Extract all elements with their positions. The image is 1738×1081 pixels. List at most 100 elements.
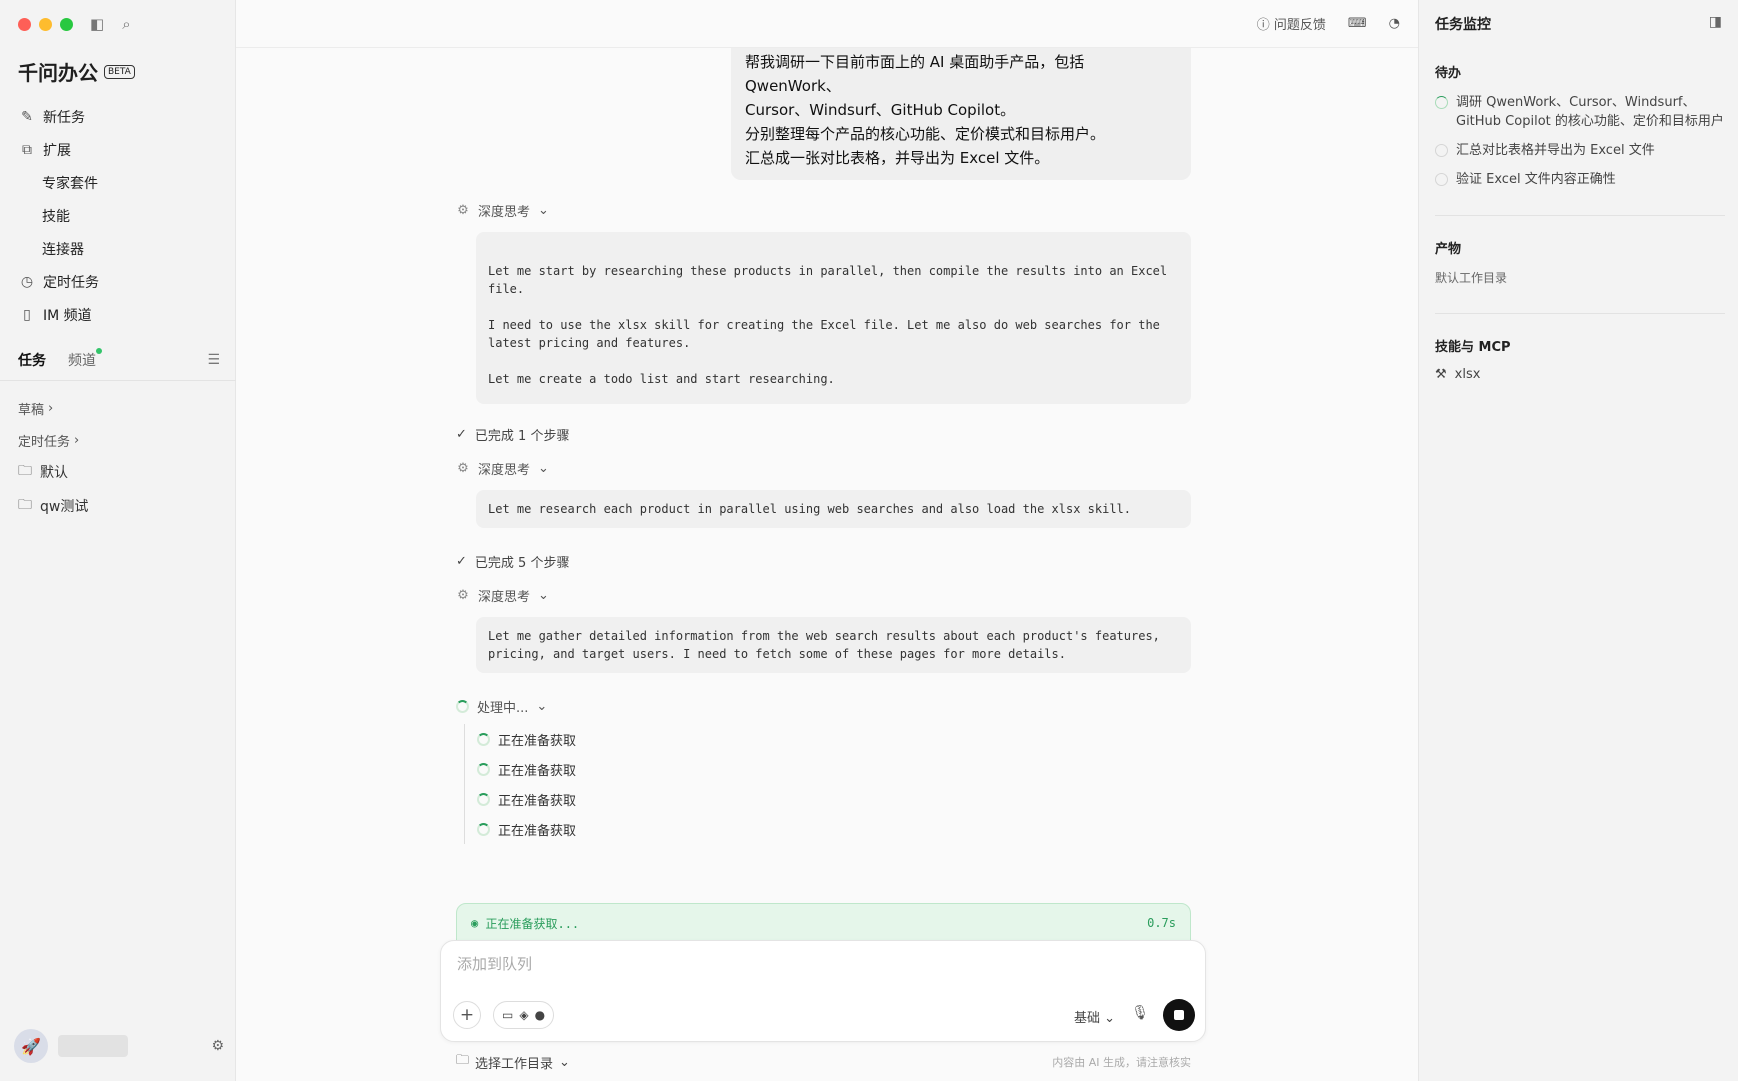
spinner-icon [477,762,490,776]
topbar: ⓘ 问题反馈 ⌨ ◔ [236,0,1418,48]
zoom-window-button[interactable] [60,18,73,31]
mode-select[interactable]: 基础 ⌄ [1074,1007,1115,1026]
divider [1435,215,1725,216]
tab-tasks[interactable]: 任务 [18,350,46,370]
queue-input[interactable] [457,955,1177,973]
avatar[interactable]: 🚀 [14,1029,48,1063]
folder-icon: 🗀 [18,463,32,479]
spinner-icon [477,822,490,836]
stop-icon [1174,1010,1184,1020]
feedback-button[interactable]: ⓘ 问题反馈 [1257,14,1326,33]
artifacts-default[interactable]: 默认工作目录 [1435,269,1725,286]
chat-bubble-icon[interactable]: ● [535,1008,545,1022]
nav-scheduled-tasks[interactable]: ◷ 定时任务 [0,265,236,298]
sidebar-toggle-icon[interactable]: ◧ [90,15,104,33]
nav-im-channel[interactable]: ▯ IM 频道 [0,298,236,331]
group-label: 定时任务 [18,435,71,450]
minimize-window-button[interactable] [39,18,52,31]
user-name-redacted [58,1035,128,1057]
workdir-label: 选择工作目录 [475,1056,554,1072]
think-content: Let me start by researching these produc… [476,232,1191,404]
group-drafts[interactable]: 草稿 › [18,399,53,418]
filter-icon[interactable]: ☰ [207,352,220,368]
think-content: Let me gather detailed information from … [476,617,1191,673]
main-area: ⓘ 问题反馈 ⌨ ◔ 帮我调研一下目前市面上的 AI 桌面助手产品，包括 Qwe… [236,0,1418,1081]
think-toggle[interactable]: ⚙ 深度思考 ⌄ [456,200,1191,220]
spinner-icon [477,732,490,746]
add-attachment-button[interactable]: + [453,1001,481,1029]
todo-heading: 待办 [1435,66,1462,81]
topbar-actions: ⓘ 问题反馈 ⌨ ◔ [1257,14,1400,33]
todo-section: 待办 调研 QwenWork、Cursor、Windsurf、GitHub Co… [1435,62,1725,199]
tool-toggles[interactable]: ▭ ◈ ● [493,1001,555,1029]
processing-toggle[interactable]: 处理中... ⌄ [456,696,1191,716]
think-toggle[interactable]: ⚙ 深度思考 ⌄ [456,458,1191,478]
group-scheduled[interactable]: 定时任务 › [18,431,79,450]
processing-item-label: 正在准备获取 [498,733,577,749]
panel-collapse-icon[interactable]: ◨ [1709,14,1722,30]
processing-list: 正在准备获取 正在准备获取 正在准备获取 正在准备获取 [464,724,1191,844]
tab-label: 频道 [68,353,96,369]
tab-channels[interactable]: 频道 [68,348,102,370]
step-done-1[interactable]: ✓ 已完成 1 个步骤 [456,424,1191,444]
skills-heading: 技能与 MCP [1435,340,1511,355]
chevron-down-icon: ⌄ [538,460,549,476]
todo-item[interactable]: 验证 Excel 文件内容正确性 [1435,170,1725,189]
workdir-select[interactable]: 🗀 选择工作目录 ⌄ [456,1051,570,1073]
sidebar-top-icons: ◧ ⌕ [90,15,131,33]
keyboard-icon[interactable]: ⌨ [1348,16,1367,31]
chevron-down-icon: ⌄ [1104,1011,1115,1026]
spinner-icon [477,792,490,806]
rocket-icon: 🚀 [21,1036,41,1056]
beta-badge: BETA [104,64,135,79]
gear-icon[interactable]: ⚙ [211,1038,224,1054]
divider [1435,313,1725,314]
nav-label: 定时任务 [43,274,99,291]
todo-text: 验证 Excel 文件内容正确性 [1456,172,1616,187]
think-toggle[interactable]: ⚙ 深度思考 ⌄ [456,585,1191,605]
search-icon[interactable]: ⌕ [122,15,130,33]
chevron-right-icon: › [74,433,80,448]
nav-extensions[interactable]: ⧉ 扩展 [0,133,236,166]
todo-text: 调研 QwenWork、Cursor、Windsurf、GitHub Copil… [1456,95,1724,129]
todo-item[interactable]: 调研 QwenWork、Cursor、Windsurf、GitHub Copil… [1435,93,1725,131]
think-label: 深度思考 [478,462,531,478]
folder-icon: 🗀 [456,1053,470,1068]
chevron-down-icon: ⌄ [559,1054,570,1070]
skill-item[interactable]: ⚒ xlsx [1435,367,1725,382]
microphone-icon[interactable]: 🎙 [1131,1005,1149,1021]
chevron-down-icon: ⌄ [538,587,549,603]
close-window-button[interactable] [18,18,31,31]
sidebar-nav: ✎ 新任务 ⧉ 扩展 专家套件 技能 连接器 ◷ 定时任务 ▯ IM 频道 [0,100,236,331]
processing-item: 正在准备获取 [477,754,1191,784]
processing-item-label: 正在准备获取 [498,823,577,839]
user-message-line: 分别整理每个产品的核心功能、定价模式和目标用户。 [745,125,1106,143]
panel-title: 任务监控 [1435,17,1491,33]
status-text: 正在准备获取... [485,916,580,931]
status-time: 0.7s [1147,916,1176,930]
chevron-down-icon: ⌄ [536,698,548,714]
help-circle-icon: ⓘ [1256,18,1270,33]
brain-icon: ⚙ [457,460,469,476]
nav-expert-kit[interactable]: 专家套件 [0,166,236,199]
stop-button[interactable] [1163,999,1195,1031]
folder-qw-test[interactable]: 🗀 qw测试 [18,494,88,518]
step-done-2[interactable]: ✓ 已完成 5 个步骤 [456,551,1191,571]
think-label: 深度思考 [478,204,531,220]
nav-connectors[interactable]: 连接器 [0,232,236,265]
think-label: 深度思考 [478,589,531,605]
group-label: 草稿 [18,403,45,418]
todo-item[interactable]: 汇总对比表格并导出为 Excel 文件 [1435,141,1725,160]
monitor-icon[interactable]: ▭ [502,1008,513,1022]
skills-section: 技能与 MCP ⚒ xlsx [1435,336,1725,382]
compass-icon[interactable]: ◈ [519,1008,528,1022]
brain-icon: ⚙ [457,202,469,218]
processing-item-label: 正在准备获取 [498,793,577,809]
plus-icon: + [459,1005,475,1025]
folder-default[interactable]: 🗀 默认 [18,460,68,484]
skill-label: xlsx [1454,367,1481,382]
nav-new-task[interactable]: ✎ 新任务 [0,100,236,133]
composer: + ▭ ◈ ● 基础 ⌄ 🎙 [440,940,1206,1042]
gauge-icon[interactable]: ◔ [1389,16,1400,31]
nav-skills[interactable]: 技能 [0,199,236,232]
